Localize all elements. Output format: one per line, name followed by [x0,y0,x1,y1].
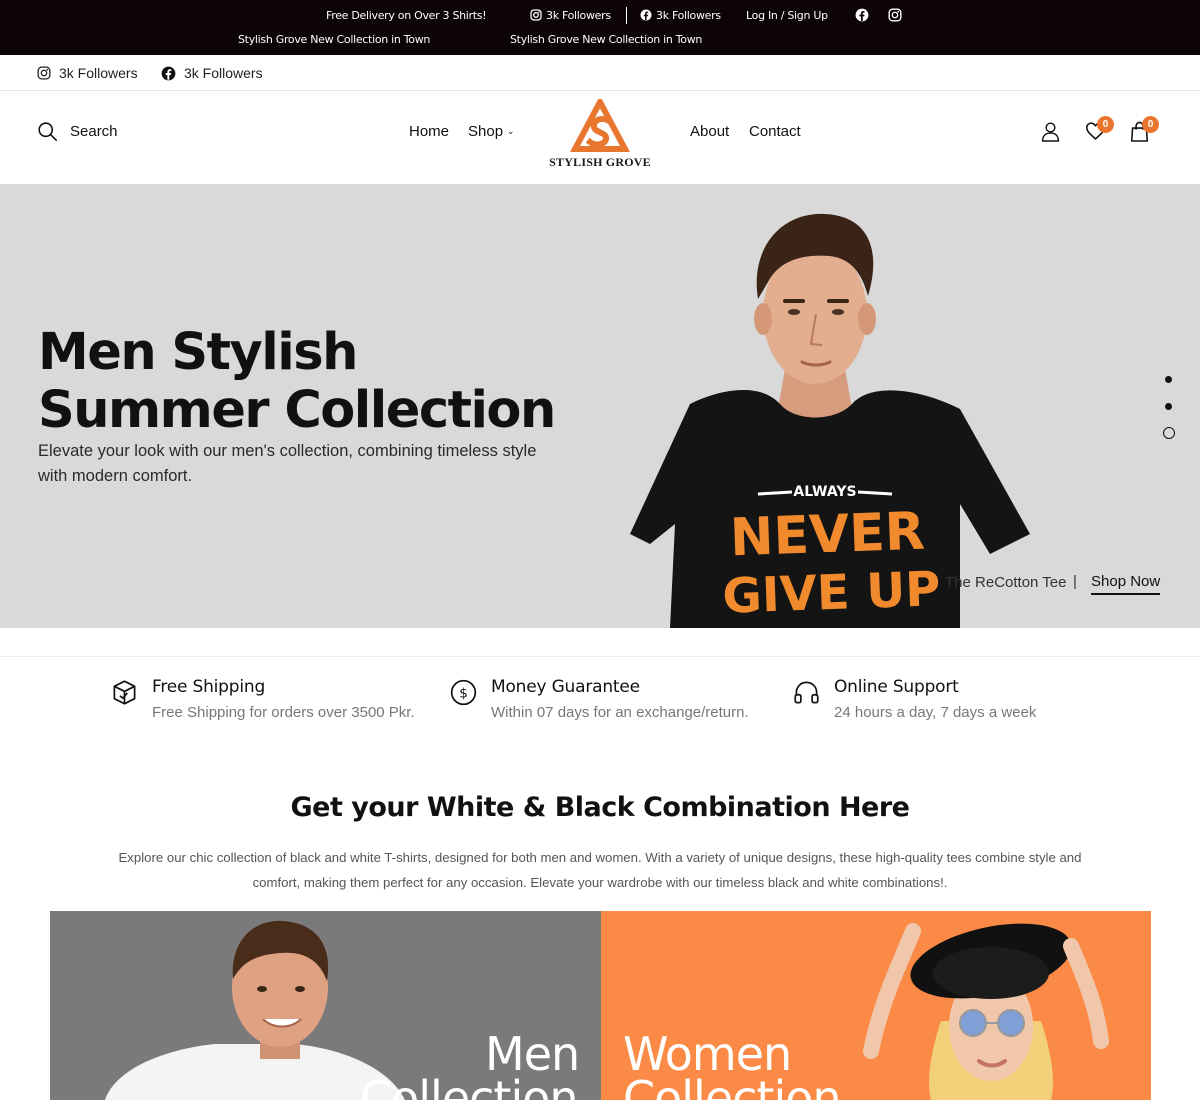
features-strip: Free Shipping Free Shipping for orders o… [0,656,1200,736]
site-header: Search Home Shop ⌄ STYLISH GROVE About Co… [0,91,1200,184]
cart-count-badge: 0 [1142,116,1159,133]
instagram-icon[interactable] [888,8,902,22]
search-label: Search [70,123,118,140]
nav-shop[interactable]: Shop ⌄ [468,123,515,140]
hero-title: Men Stylish Summer Collection [38,323,556,440]
women-model-photo [863,923,1109,1100]
feature-title: Free Shipping [152,677,266,697]
men-collection-label-2: Collection [360,1071,579,1100]
instagram-icon [37,66,51,80]
search-button[interactable]: Search [37,121,118,142]
free-delivery-text: Free Delivery on Over 3 Shirts! [326,9,487,22]
instagram-follow[interactable]: 3k Followers [37,65,138,81]
logo-mark [570,95,630,152]
instagram-icon [530,9,542,21]
topbar-instagram-followers[interactable]: 3k Followers [546,9,611,22]
social-follow-row: 3k Followers 3k Followers [0,55,1200,91]
separator: | [1073,573,1077,590]
section-description: Explore our chic collection of black and… [118,850,1082,890]
feature-title: Online Support [834,677,959,697]
announcement-bar: Free Delivery on Over 3 Shirts! Stylish … [0,0,1200,55]
feature-subtitle: Free Shipping for orders over 3500 Pkr. [152,704,415,721]
headphones-icon [794,681,819,704]
wishlist-button[interactable]: 0 [1085,116,1114,146]
brand-name: STYLISH GROVE [549,155,651,169]
facebook-icon [161,66,176,80]
facebook-icon[interactable] [855,8,869,22]
shirt-text-always: ALWAYS [793,484,856,500]
nav-contact[interactable]: Contact [749,123,801,140]
feature-subtitle: Within 07 days for an exchange/return. [491,704,749,721]
nav-home[interactable]: Home [409,123,449,140]
divider [626,7,627,24]
facebook-icon [640,9,652,21]
hero-title-line1: Men Stylish [38,323,358,382]
collection-note: Stylish Grove New Collection in Town [510,33,703,46]
feature-subtitle: 24 hours a day, 7 days a week [834,704,1037,721]
box-icon [113,680,136,705]
women-collection-label-2: Collection [623,1071,842,1100]
wishlist-count-badge: 0 [1097,116,1114,133]
cart-button[interactable]: 0 [1130,116,1159,147]
product-name: The ReCotton Tee [945,574,1067,591]
section-title: Get your White & Black Combination Here [290,792,911,823]
slide-dot-2[interactable] [1165,403,1172,410]
collection-note: Stylish Grove New Collection in Town [238,33,431,46]
slide-dot-3-active[interactable] [1163,427,1175,439]
topbar-facebook-followers[interactable]: 3k Followers [656,9,721,22]
women-collection-card[interactable]: Women Collection [601,911,1151,1100]
nav-about[interactable]: About [690,123,729,140]
feature-title: Money Guarantee [491,677,640,697]
search-icon [38,122,58,142]
model-photo: ALWAYS NEVER GIVE UP [630,213,1030,628]
slide-dot-1[interactable] [1165,376,1172,383]
dollar-coin-icon: $ [450,679,477,706]
account-button[interactable] [1041,121,1060,147]
hero-banner: Men Stylish Summer Collection Elevate yo… [0,184,1200,628]
shop-now-button[interactable]: Shop Now [1091,573,1161,595]
shirt-text-give-up: GIVE UP [721,561,941,625]
user-icon [1041,122,1060,142]
facebook-followers-text: 3k Followers [184,65,263,81]
svg-text:$: $ [459,686,468,702]
men-collection-card[interactable]: Men Collection [50,911,601,1100]
brand-logo[interactable]: STYLISH GROVE [545,95,655,173]
hero-description: Elevate your look with our men's collect… [38,442,537,485]
shirt-text-never: NEVER [729,502,926,569]
facebook-follow[interactable]: 3k Followers [161,65,263,81]
login-signup-link[interactable]: Log In / Sign Up [746,9,828,22]
instagram-followers-text: 3k Followers [59,65,138,81]
nav-shop-label: Shop [468,123,504,140]
hero-title-line2: Summer Collection [38,381,556,440]
chevron-down-icon: ⌄ [507,126,515,136]
